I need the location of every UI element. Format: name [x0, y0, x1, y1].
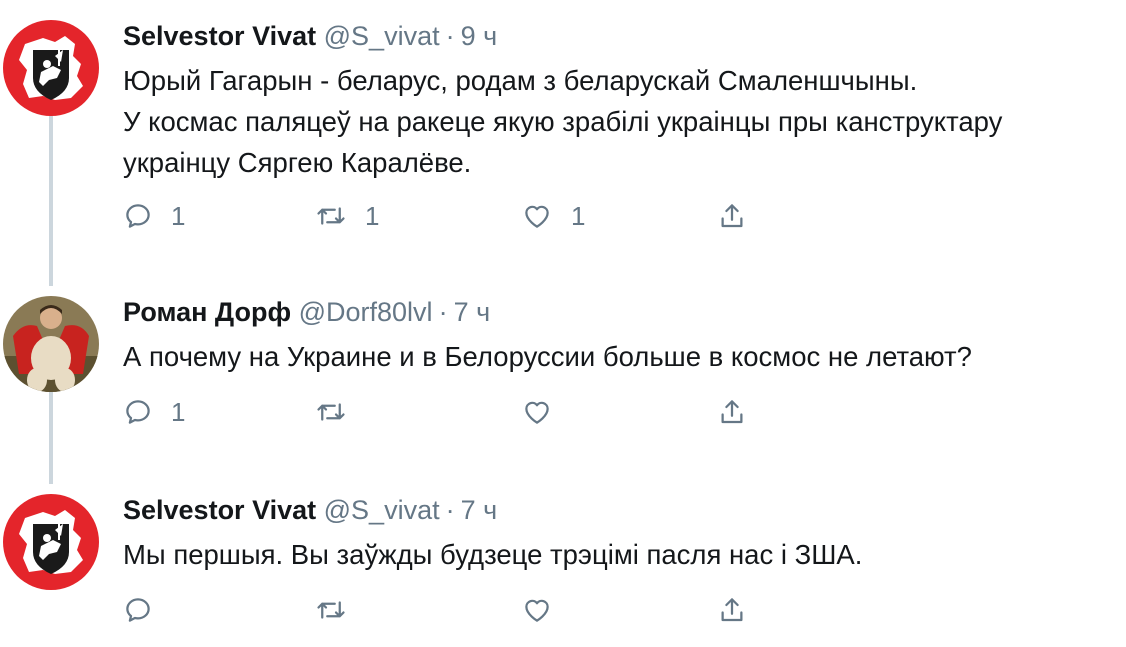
- author-handle[interactable]: @S_vivat: [324, 495, 440, 525]
- separator-dot: ·: [445, 21, 455, 51]
- author-handle[interactable]: @Dorf80lvl: [299, 297, 433, 327]
- author-name[interactable]: Selvestor Vivat: [123, 21, 316, 51]
- tweet-text: Юрый Гагарын - беларус, родам з беларуск…: [123, 60, 1116, 183]
- heart-icon: [525, 599, 549, 622]
- author-name[interactable]: Роман Дорф: [123, 297, 291, 327]
- share-button[interactable]: [717, 196, 747, 236]
- retweet-icon: [317, 601, 345, 619]
- tweet-actions: [123, 590, 763, 630]
- like-count: 1: [571, 200, 586, 231]
- tweet-text-line: Юрый Гагарын - беларус, родам з беларуск…: [123, 65, 918, 96]
- retweet-count: 1: [365, 200, 380, 231]
- portrait-avatar-icon: [3, 296, 99, 392]
- tweet-text-line: Мы першыя. Вы заўжды будзеце трэцімі пас…: [123, 539, 863, 570]
- pahonia-avatar-icon: [3, 20, 99, 116]
- thread-connector-line: [49, 392, 53, 484]
- separator-dot: ·: [438, 297, 448, 327]
- like-button[interactable]: 1: [521, 196, 585, 236]
- avatar[interactable]: [3, 20, 99, 116]
- like-button[interactable]: [521, 392, 571, 432]
- tweet-text-line: У космас паляцеў на ракеце якую зрабілі …: [123, 106, 1003, 137]
- tweet-actions: 1 1 1: [123, 196, 763, 236]
- tweet-timestamp[interactable]: 7 ч: [461, 495, 498, 525]
- tweet-timestamp[interactable]: 9 ч: [461, 21, 498, 51]
- heart-icon: [525, 205, 549, 228]
- retweet-icon: [317, 403, 345, 421]
- share-button[interactable]: [717, 392, 747, 432]
- reply-button[interactable]: [123, 590, 171, 630]
- reply-count: 1: [171, 200, 186, 231]
- retweet-button[interactable]: [315, 392, 365, 432]
- tweet-actions: 1: [123, 392, 763, 432]
- tweet-text: А почему на Украине и в Белоруссии больш…: [123, 336, 1116, 377]
- reply-button[interactable]: 1: [123, 196, 185, 236]
- share-icon: [721, 598, 743, 622]
- author-handle[interactable]: @S_vivat: [324, 21, 440, 51]
- tweet-thread: Selvestor Vivat @S_vivat · 9 ч Юрый Гагары…: [0, 0, 1126, 647]
- heart-icon: [525, 401, 549, 424]
- separator-dot: ·: [445, 495, 455, 525]
- retweet-icon: [317, 207, 345, 225]
- avatar[interactable]: [3, 494, 99, 590]
- like-button[interactable]: [521, 590, 571, 630]
- reply-icon: [126, 598, 150, 622]
- tweet-timestamp[interactable]: 7 ч: [454, 297, 491, 327]
- share-icon: [721, 204, 743, 228]
- reply-icon: [126, 400, 150, 424]
- retweet-button[interactable]: 1: [315, 196, 379, 236]
- author-name[interactable]: Selvestor Vivat: [123, 495, 316, 525]
- tweet-text-line: украінцу Сяргею Каралёве.: [123, 147, 472, 178]
- pahonia-avatar-icon: [3, 494, 99, 590]
- share-icon: [721, 400, 743, 424]
- tweet-text: Мы першыя. Вы заўжды будзеце трэцімі пас…: [123, 534, 1116, 575]
- retweet-button[interactable]: [315, 590, 365, 630]
- share-button[interactable]: [717, 590, 747, 630]
- tweet-text-line: А почему на Украине и в Белоруссии больш…: [123, 341, 972, 372]
- thread-connector-line: [49, 106, 53, 286]
- reply-icon: [126, 204, 150, 228]
- avatar[interactable]: [3, 296, 99, 392]
- reply-button[interactable]: 1: [123, 392, 185, 432]
- reply-count: 1: [171, 396, 186, 427]
